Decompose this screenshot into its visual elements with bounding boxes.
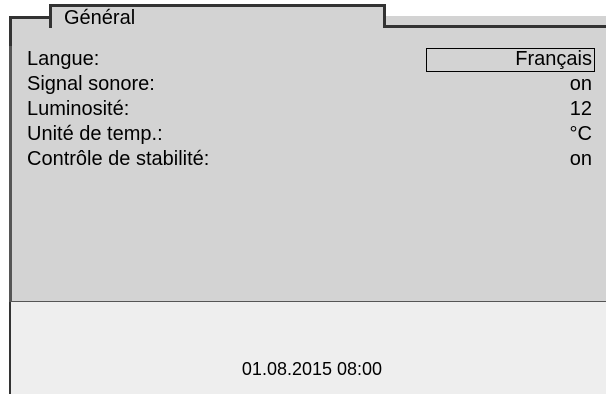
setting-value: 12: [569, 98, 592, 120]
setting-label: Langue:: [27, 48, 100, 70]
setting-label: Contrôle de stabilité:: [27, 148, 210, 170]
setting-label: Signal sonore:: [27, 73, 155, 95]
setting-value: on: [569, 73, 592, 95]
setting-value: Français: [515, 48, 592, 70]
setting-row-stability-control[interactable]: Contrôle de stabilité: on: [27, 147, 592, 172]
tab-border-right: [386, 25, 606, 28]
setting-row-beep[interactable]: Signal sonore: on: [27, 72, 592, 97]
device-screen: Général Langue: Français Signal sonore: …: [0, 0, 606, 394]
datetime-display: 01.08.2015 08:00: [241, 359, 383, 379]
setting-row-brightness[interactable]: Luminosité: 12: [27, 97, 592, 122]
setting-label: Luminosité:: [27, 98, 130, 120]
tab-border-edge: [9, 16, 12, 46]
settings-list: Langue: Français Signal sonore: on Lumin…: [27, 47, 595, 172]
setting-row-temp-unit[interactable]: Unité de temp.: °C: [27, 122, 592, 147]
setting-value: on: [569, 148, 592, 170]
tab-general[interactable]: Général: [49, 4, 386, 29]
tab-border-left: [9, 16, 49, 19]
setting-label: Unité de temp.:: [27, 123, 163, 145]
setting-value: °C: [569, 123, 592, 145]
setting-row-language[interactable]: Langue: Français: [27, 47, 595, 72]
status-bar: [9, 302, 606, 394]
tab-title: Général: [64, 7, 136, 29]
